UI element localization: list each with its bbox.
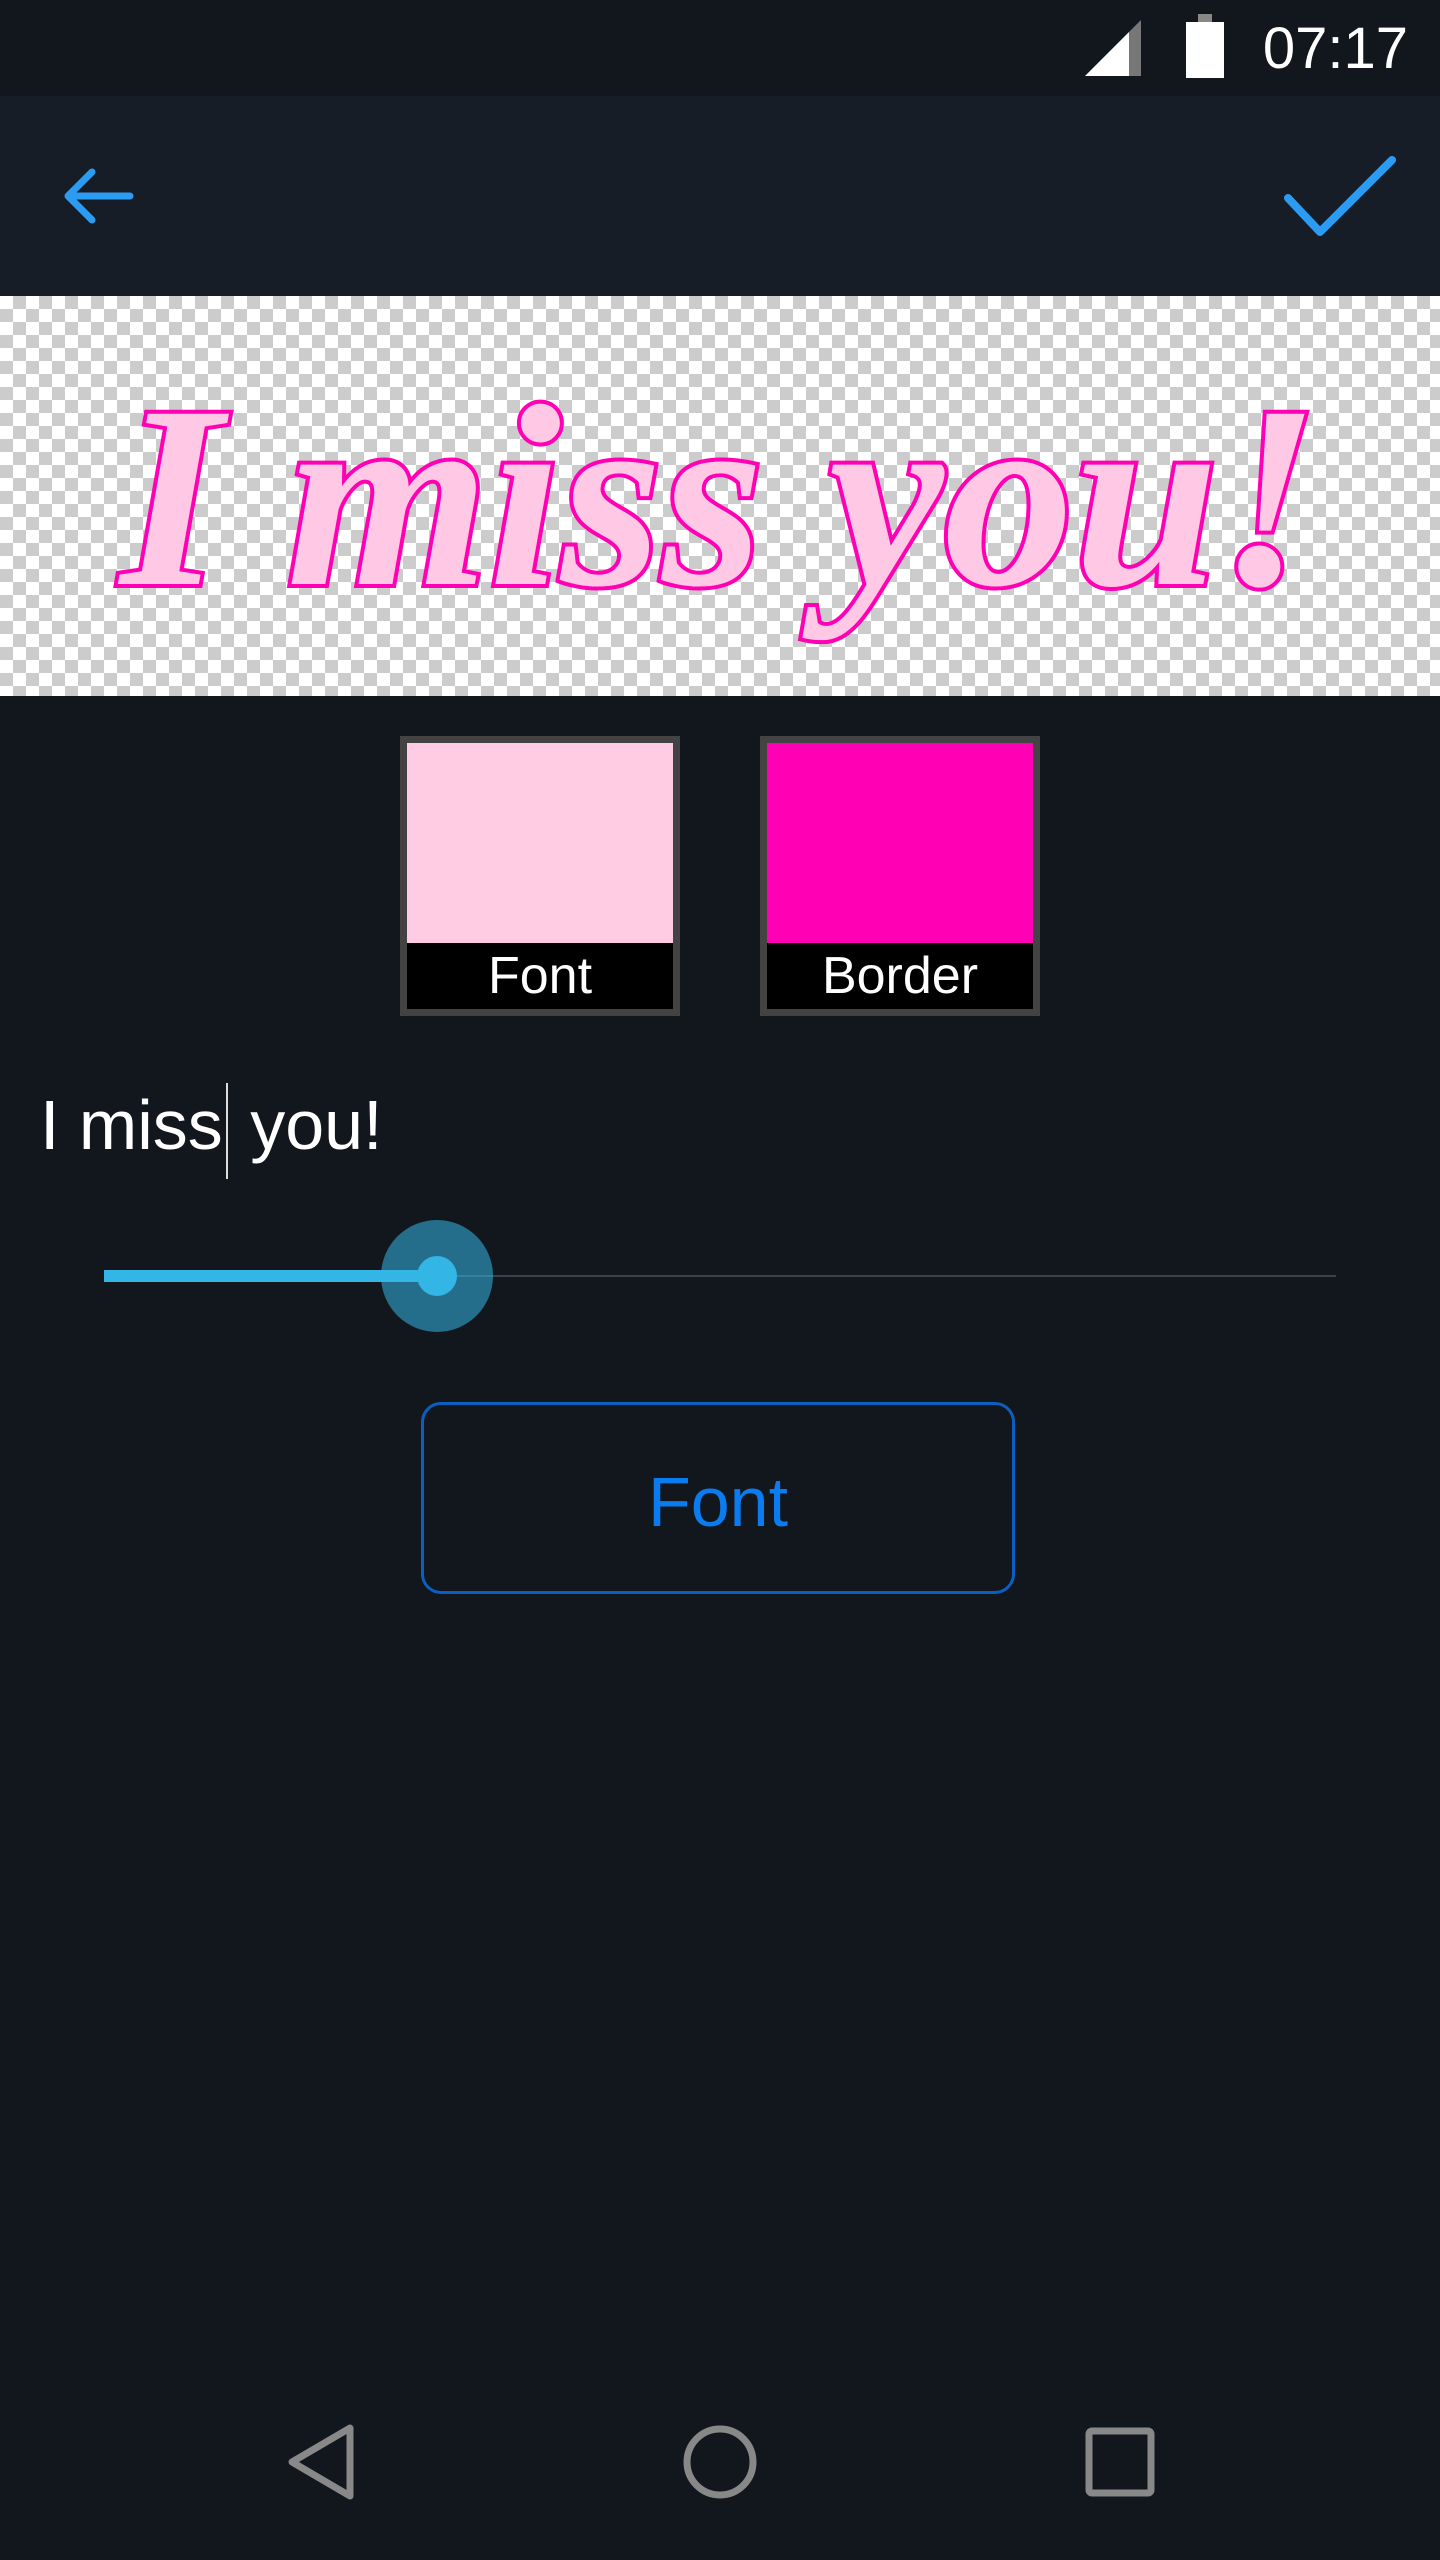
back-button[interactable] (56, 156, 146, 236)
text-after-caret: you! (230, 1086, 383, 1164)
signal-icon (1085, 20, 1141, 76)
font-color-swatch[interactable]: Font (400, 736, 680, 1016)
border-color-label: Border (821, 947, 979, 1005)
size-slider[interactable] (104, 1220, 1336, 1332)
font-color-label: Font (487, 947, 593, 1005)
toolbar (0, 96, 1440, 296)
sticker-preview: I miss you! (0, 296, 1440, 696)
arrow-left-icon (64, 168, 134, 224)
navigation-bar (0, 2360, 1440, 2560)
back-triangle-icon[interactable] (284, 2422, 360, 2502)
sticker-text: I miss you! (112, 349, 1323, 645)
border-color-swatch[interactable]: Border (760, 736, 1040, 1016)
battery-icon (1186, 14, 1224, 78)
status-bar: 07:17 (0, 0, 1440, 96)
recents-square-icon[interactable] (1084, 2426, 1156, 2498)
svg-text:I miss you!: I miss you! (116, 353, 1319, 641)
slider-thumb[interactable] (416, 1256, 457, 1296)
home-circle-icon[interactable] (680, 2422, 760, 2502)
font-button[interactable]: Font (421, 1402, 1015, 1594)
text-before-caret: I miss (40, 1086, 223, 1164)
sticker-text-input[interactable]: I miss you! (40, 1070, 1400, 1180)
checkmark-icon (1284, 156, 1396, 236)
confirm-button[interactable] (1280, 154, 1400, 244)
clock: 07:17 (1262, 16, 1408, 81)
border-color-preview (767, 743, 1033, 943)
text-caret (225, 1082, 228, 1179)
font-color-preview (407, 743, 673, 943)
